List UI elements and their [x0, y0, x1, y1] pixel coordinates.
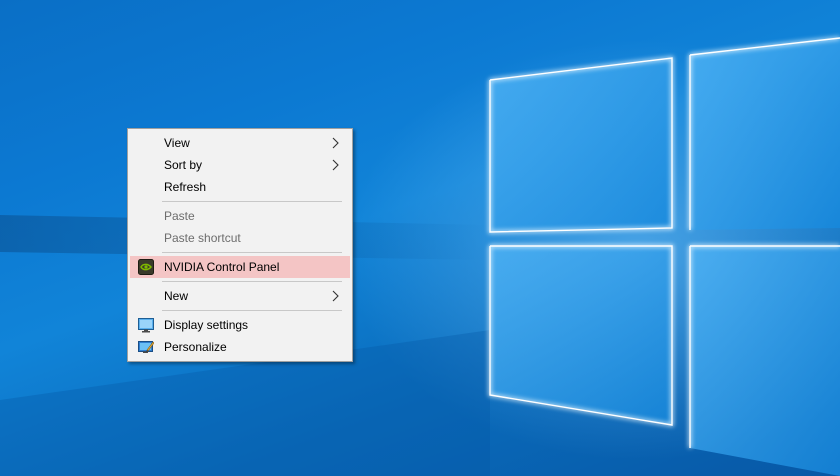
chevron-right-icon — [332, 132, 342, 154]
menu-item-personalize[interactable]: Personalize — [130, 336, 350, 358]
menu-separator — [162, 201, 342, 202]
chevron-right-icon — [332, 154, 342, 176]
nvidia-icon — [138, 259, 154, 275]
menu-item-nvidia-control-panel[interactable]: NVIDIA Control Panel — [130, 256, 350, 278]
menu-item-label: Sort by — [164, 158, 203, 172]
menu-item-label: Personalize — [164, 340, 227, 354]
display-icon — [138, 317, 154, 333]
menu-item-label: View — [164, 136, 190, 150]
menu-item-paste-shortcut[interactable]: Paste shortcut — [130, 227, 350, 249]
menu-separator — [162, 310, 342, 311]
menu-item-label: Display settings — [164, 318, 249, 332]
chevron-right-icon — [332, 285, 342, 307]
menu-item-sort-by[interactable]: Sort by — [130, 154, 350, 176]
personalize-icon — [138, 339, 155, 355]
menu-item-view[interactable]: View — [130, 132, 350, 154]
menu-item-display-settings[interactable]: Display settings — [130, 314, 350, 336]
menu-item-paste[interactable]: Paste — [130, 205, 350, 227]
menu-separator — [162, 252, 342, 253]
windows-wallpaper — [0, 36, 840, 476]
desktop[interactable]: View Sort by Refresh Paste Paste shortcu… — [0, 0, 840, 476]
menu-item-label: Paste — [164, 209, 195, 223]
menu-item-label: Paste shortcut — [164, 231, 241, 245]
menu-item-new[interactable]: New — [130, 285, 350, 307]
menu-item-label: Refresh — [164, 180, 207, 194]
menu-separator — [162, 281, 342, 282]
desktop-context-menu: View Sort by Refresh Paste Paste shortcu… — [127, 128, 353, 362]
menu-item-label: NVIDIA Control Panel — [164, 260, 280, 274]
menu-item-label: New — [164, 289, 189, 303]
menu-item-refresh[interactable]: Refresh — [130, 176, 350, 198]
